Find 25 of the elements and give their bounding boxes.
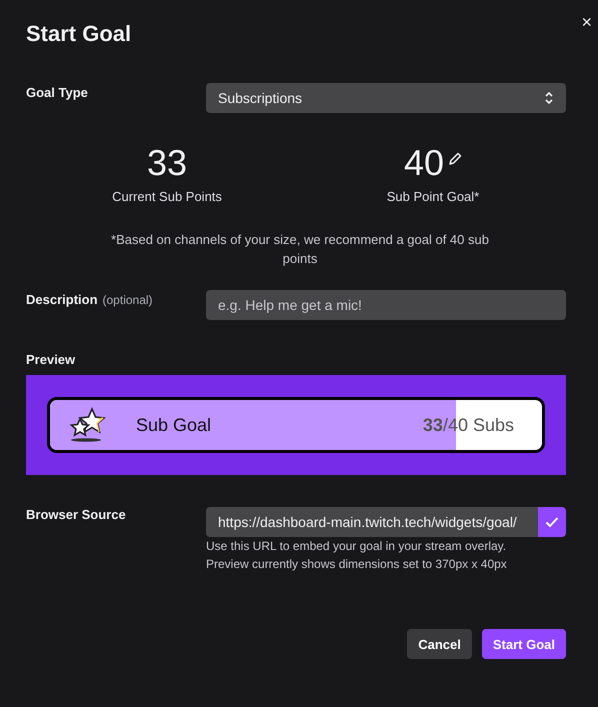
goal-title: Sub Goal [136,414,212,436]
stat-value: 33 [146,142,188,184]
field-label: Description [26,292,98,307]
help-text: Use this URL to embed your goal in your stream overlay. [206,538,508,555]
help-text: Preview currently shows dimensions set to 370px x 40px [206,556,508,573]
url-field[interactable]: https://dashboard-main.twitch.tech/widgets/goal/ [206,507,538,537]
dialog-title: Start Goal [26,21,132,47]
close-button[interactable]: × [581,12,592,33]
recommendation-text: *Based on channels of your size, we recommend a goal of 40 sub points [110,231,490,268]
description-input[interactable]: e.g. Help me get a mic! [206,290,566,320]
chevron-up-down-icon [544,91,554,105]
stat-label: Sub Point Goal* [386,189,480,204]
stars-icon [68,406,108,444]
start-goal-button[interactable]: Start Goal [482,629,566,659]
cancel-button[interactable]: Cancel [407,629,472,659]
section-label: Preview [26,352,76,367]
field-label: Browser Source [26,507,127,522]
field-label: Goal Type [26,84,89,100]
checkmark-icon [545,516,559,528]
stat-label: Current Sub Points [112,189,222,204]
copy-button[interactable] [538,507,566,537]
optional-hint: (optional) [102,293,153,307]
pencil-icon[interactable] [448,152,462,166]
stat-value: 40 [404,142,444,184]
goal-type-select[interactable]: Subscriptions [206,83,566,113]
